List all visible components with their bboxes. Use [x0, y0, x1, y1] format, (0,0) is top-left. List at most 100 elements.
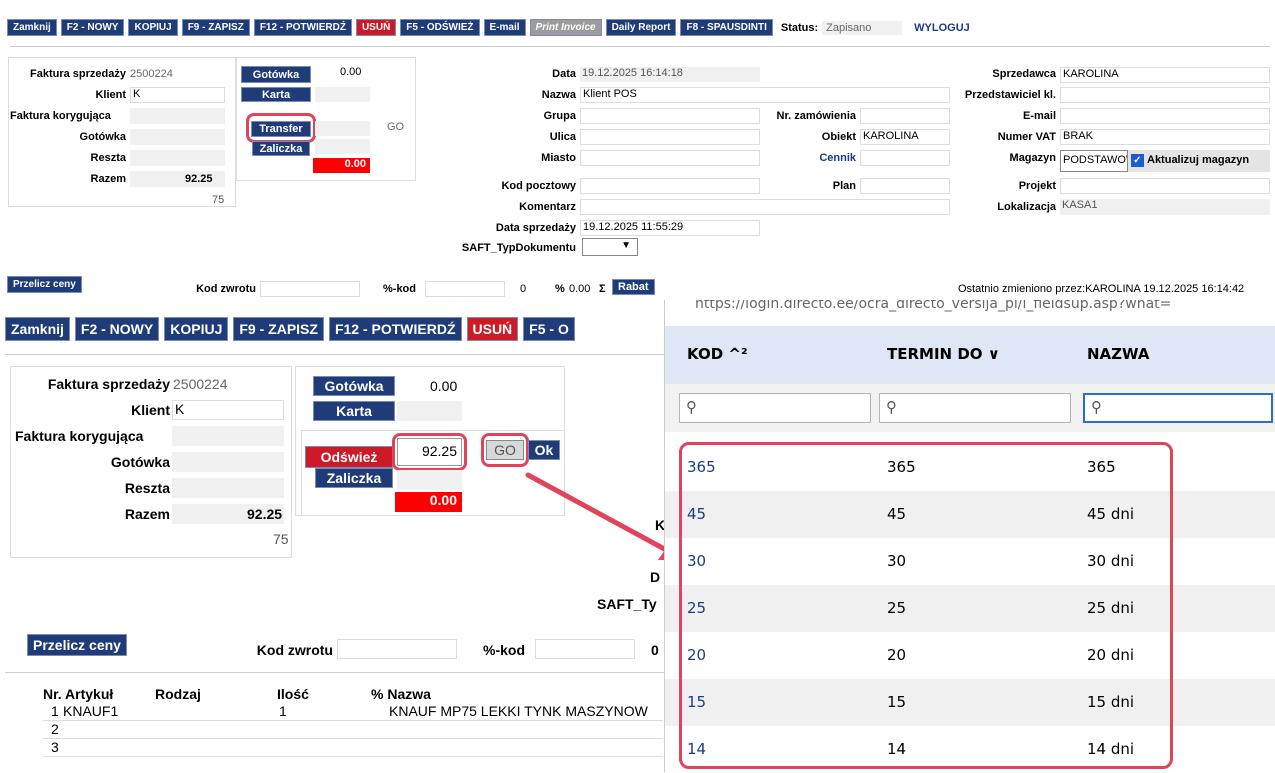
email-button[interactable]: E-mail — [483, 19, 526, 36]
zoom-change-field[interactable] — [172, 478, 284, 498]
postcode-field[interactable] — [580, 178, 760, 194]
copy-button[interactable]: KOPIUJ — [128, 19, 178, 36]
zoom-card-button[interactable]: Karta — [313, 401, 395, 421]
percent-code-label: %-kod — [383, 283, 416, 295]
invoice-number: 2500224 — [130, 68, 173, 80]
zoom-copy-button[interactable]: KOPIUJ — [164, 317, 229, 341]
zoom-close-button[interactable]: Zamknij — [5, 317, 70, 341]
zoom-cash-field[interactable] — [172, 452, 284, 472]
print-invoice-button[interactable]: Print Invoice — [529, 19, 602, 36]
zoom-advance-field[interactable] — [397, 470, 462, 490]
advance-button[interactable]: Zaliczka — [252, 141, 310, 156]
seller-value: KAROLINA — [1063, 68, 1119, 80]
zoom-advance-button[interactable]: Zaliczka — [315, 468, 393, 488]
zoom-corrective-label: Faktura korygująca — [15, 428, 144, 444]
daily-report-button[interactable]: Daily Report — [605, 19, 677, 36]
zoom-count-value: 75 — [273, 531, 289, 547]
filter-code-input[interactable]: ⚲ — [679, 393, 871, 423]
order-number-field[interactable] — [860, 108, 950, 124]
zoom-refresh-button[interactable]: F5 - O — [523, 317, 575, 341]
name-field[interactable]: Klient POS — [580, 87, 950, 103]
zoom-client-field[interactable]: K — [172, 400, 284, 420]
sale-date-field[interactable]: 19.12.2025 11:55:29 — [580, 220, 760, 236]
cash-button[interactable]: Gotówka — [241, 66, 311, 83]
comment-field[interactable] — [580, 199, 950, 215]
zoom-percent-code-field[interactable] — [535, 639, 635, 659]
go-button-small[interactable]: GO — [387, 121, 404, 133]
zoom-save-button[interactable]: F9 - ZAPISZ — [233, 317, 324, 341]
sigma-icon[interactable]: Σ — [599, 283, 606, 295]
go-highlight — [481, 433, 529, 467]
filter-name-input[interactable]: ⚲ — [1083, 393, 1273, 423]
client-field[interactable]: K — [130, 87, 225, 103]
zoom-zero: 0 — [651, 642, 659, 658]
zoom-confirm-button[interactable]: F12 - POTWIERDŹ — [328, 317, 462, 341]
card-button[interactable]: Karta — [241, 87, 311, 102]
group-field[interactable] — [580, 108, 760, 124]
new-button[interactable]: F2 - NOWY — [60, 19, 125, 36]
zoom-change-label: Reszta — [124, 480, 170, 496]
zoom-recalc-button[interactable]: Przelicz ceny — [27, 634, 127, 656]
url-text: https://login.directo.ee/ocra_directo_ve… — [695, 300, 1172, 312]
amount-highlight — [392, 433, 467, 471]
zoom-new-button[interactable]: F2 - NOWY — [74, 317, 160, 341]
col-term-header[interactable]: TERMIN DO ∨ — [887, 345, 1000, 363]
warehouse-select[interactable]: PODSTAWOWY — [1060, 150, 1128, 172]
representative-field[interactable] — [1060, 87, 1270, 103]
percent-code-field[interactable] — [425, 281, 505, 297]
recalc-prices-button[interactable]: Przelicz ceny — [7, 276, 82, 293]
advance-field[interactable] — [315, 139, 370, 154]
card-field[interactable] — [315, 87, 370, 102]
street-field[interactable] — [580, 129, 760, 145]
plan-field[interactable] — [860, 178, 950, 194]
zoom-client-value: K — [175, 401, 185, 417]
zoom-total-label: Razem — [124, 506, 170, 522]
zoom-return-code-field[interactable] — [337, 639, 457, 659]
location-field[interactable]: KASA1 — [1060, 199, 1270, 215]
refresh-button[interactable]: F5 - ODŚWIEŻ — [400, 19, 480, 36]
change-field[interactable] — [130, 150, 225, 166]
col-name-header[interactable]: NAZWA — [1087, 345, 1150, 363]
zoom-corrective-field[interactable] — [172, 426, 284, 446]
email-field[interactable] — [1060, 108, 1270, 124]
delete-button[interactable]: USUŃ — [355, 19, 397, 36]
rows-highlight — [679, 442, 1173, 769]
city-field[interactable] — [580, 150, 760, 166]
vat-field[interactable]: BRAK — [1060, 129, 1270, 145]
sale-date-value: 19.12.2025 11:55:29 — [583, 221, 684, 233]
corrective-field[interactable] — [130, 108, 225, 124]
pricelist-field[interactable] — [860, 150, 950, 166]
project-field[interactable] — [1060, 178, 1270, 194]
print-button[interactable]: F8 - SPAUSDINTI — [680, 19, 773, 36]
saft-select[interactable]: ▼ — [582, 238, 638, 256]
postcode-label: Kod pocztowy — [501, 180, 576, 192]
update-warehouse-toggle[interactable]: ✓ Aktualizuj magazyn — [1128, 150, 1270, 172]
table-row[interactable]: 1 KNAUF1 1 KNAUF MP75 LEKKI TYNK MASZYNO… — [43, 703, 663, 721]
save-button[interactable]: F9 - ZAPISZ — [181, 19, 250, 36]
col-code-header[interactable]: KOD ^² — [687, 345, 748, 363]
date-field[interactable]: 19.12.2025 16:14:18 — [580, 67, 760, 82]
pricelist-link[interactable]: Cennik — [760, 152, 856, 164]
zoom-cash-button[interactable]: Gotówka — [313, 376, 395, 396]
zoom-refresh-amount-button[interactable]: Odśwież — [305, 446, 393, 468]
discount-button[interactable]: Rabat — [612, 279, 655, 295]
confirm-button[interactable]: F12 - POTWIERDŹ — [253, 19, 352, 36]
seller-field[interactable]: KAROLINA — [1060, 67, 1270, 83]
checkbox-icon[interactable]: ✓ — [1131, 154, 1144, 167]
name-value: Klient POS — [583, 88, 637, 100]
transfer-field[interactable] — [315, 121, 370, 136]
table-row[interactable]: 3 — [43, 739, 663, 757]
filter-term-input[interactable]: ⚲ — [879, 393, 1071, 423]
return-code-field[interactable] — [260, 281, 360, 297]
zoom-delete-button[interactable]: USUŃ — [466, 317, 519, 341]
logout-link[interactable]: WYLOGUJ — [914, 22, 970, 34]
zero-value: 0 — [520, 283, 527, 295]
zoom-ok-button[interactable]: Ok — [528, 440, 560, 460]
percent-sign: % — [555, 283, 565, 295]
zoom-card-field[interactable] — [397, 401, 462, 421]
close-button[interactable]: Zamknij — [7, 19, 57, 36]
zoom-total-value: 92.25 — [247, 506, 283, 522]
table-row[interactable]: 2 — [43, 721, 663, 739]
object-field[interactable]: KAROLINA — [860, 129, 950, 145]
cash-field[interactable] — [130, 129, 225, 145]
